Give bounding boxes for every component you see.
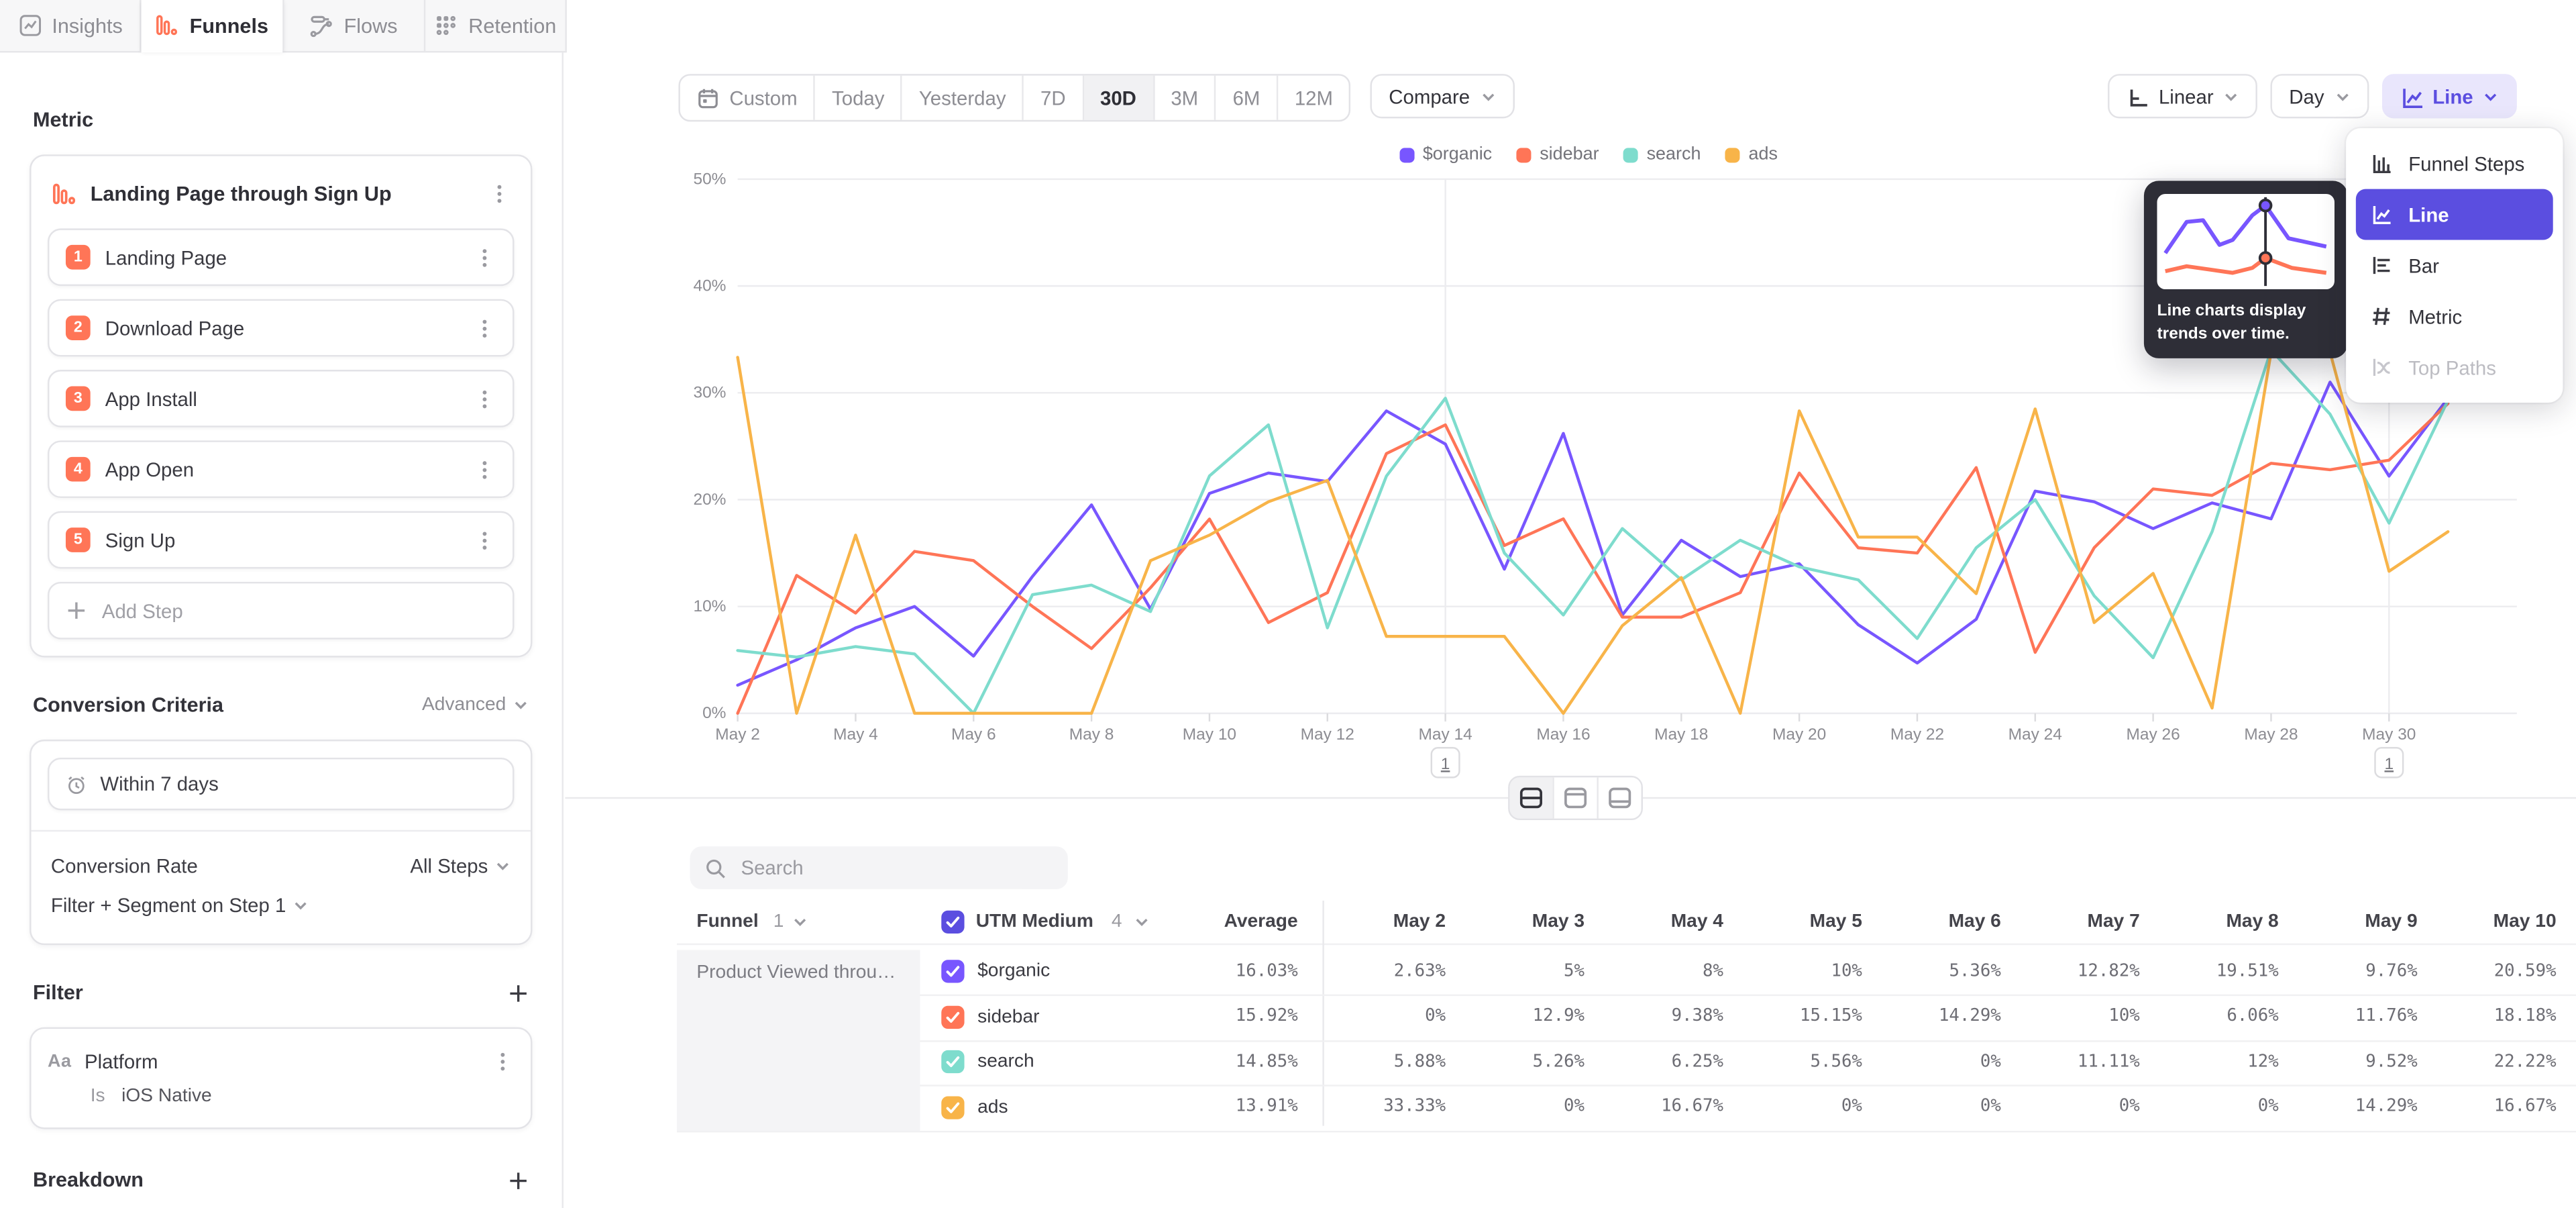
cell-value: 6.06% (2155, 995, 2279, 1040)
tooltip-mini-chart (2157, 194, 2334, 289)
cell-value: 8% (1600, 949, 1723, 994)
funnel-count: 1 (773, 901, 784, 944)
cell-value: 11.76% (2294, 995, 2418, 1040)
cell-value: 16.67% (1600, 1085, 1723, 1129)
table-row-sidebar[interactable]: sidebar (941, 995, 1204, 1040)
cell-value: 9.52% (2294, 1040, 2418, 1085)
table-row-ads[interactable]: ads (941, 1085, 1204, 1129)
cell-value: 5.26% (1461, 1040, 1585, 1085)
series-name: sidebar (977, 1007, 1039, 1027)
menu-item-label: Bar (2408, 254, 2439, 276)
cell-value: 5.88% (1322, 1040, 1446, 1085)
cell-value: 6.25% (1600, 1040, 1723, 1085)
tooltip-text: Line charts display trends over time. (2157, 301, 2334, 345)
date-column-header[interactable]: May 3 (1461, 901, 1585, 944)
cell-value: 33.33% (1322, 1085, 1446, 1129)
chevron-down-icon (792, 914, 808, 930)
cell-value: 18.18% (2433, 995, 2557, 1040)
funnel-label: Funnel (696, 901, 758, 944)
series-checkbox[interactable] (941, 1005, 964, 1028)
breakdown-count: 4 (1112, 901, 1122, 944)
cell-value: 0% (1461, 1085, 1585, 1129)
row-divider (920, 1085, 2576, 1086)
row-divider (920, 995, 2576, 996)
select-all-checkbox[interactable] (941, 911, 964, 934)
cell-value: 14.29% (2294, 1085, 2418, 1129)
menu-item-line[interactable]: Line (2356, 189, 2553, 240)
menu-item-label: Funnel Steps (2408, 152, 2524, 175)
cell-value: 5.56% (1739, 1040, 1862, 1085)
chart-type-menu: Funnel Steps Line Bar Metric Top Paths (2346, 128, 2563, 403)
date-column-header[interactable]: May 5 (1739, 901, 1862, 944)
series-checkbox[interactable] (941, 1051, 964, 1074)
date-column-header[interactable]: May 2 (1322, 901, 1446, 944)
cell-value: 9.38% (1600, 995, 1723, 1040)
chart-type-tooltip: Line charts display trends over time. (2144, 181, 2348, 358)
cell-value: 5% (1461, 949, 1585, 994)
table-bottom-divider (677, 1130, 2576, 1131)
date-column-header[interactable]: May 10 (2433, 901, 2557, 944)
average-value: 15.92% (1167, 995, 1298, 1040)
cell-value: 0% (1322, 995, 1446, 1040)
menu-item-label: Top Paths (2408, 356, 2496, 379)
funnel-column-header[interactable]: Funnel 1 (696, 901, 910, 944)
cell-value: 12% (2155, 1040, 2279, 1085)
menu-item-bar[interactable]: Bar (2356, 240, 2553, 291)
app-root: InsightsFunnelsFlowsRetention Metric Lan… (0, 0, 2576, 1208)
menu-line-icon (2369, 202, 2394, 227)
cell-value: 5.36% (1878, 949, 2001, 994)
cell-value: 12.9% (1461, 995, 1585, 1040)
cell-value: 14.29% (1878, 995, 2001, 1040)
date-column-header[interactable]: May 7 (2017, 901, 2140, 944)
menu-paths-icon (2369, 355, 2394, 380)
cell-value: 12.82% (2017, 949, 2140, 994)
header-divider (677, 944, 2576, 945)
cell-value: 20.59% (2433, 949, 2557, 994)
date-column-header[interactable]: May 6 (1878, 901, 2001, 944)
cell-value: 10% (2017, 995, 2140, 1040)
cell-value: 9.76% (2294, 949, 2418, 994)
cell-value: 16.67% (2433, 1085, 2557, 1129)
row-divider (920, 1040, 2576, 1041)
cell-value: 0% (1878, 1085, 2001, 1129)
series-name: ads (977, 1097, 1008, 1117)
average-value: 13.91% (1167, 1085, 1298, 1129)
breakdown-column-label: UTM Medium (976, 901, 1093, 944)
cell-value: 0% (2155, 1085, 2279, 1129)
series-name: $organic (977, 962, 1050, 981)
average-value: 16.03% (1167, 949, 1298, 994)
chevron-down-icon (1134, 914, 1150, 930)
table-row-organic[interactable]: $organic (941, 949, 1204, 994)
menu-item-top-paths: Top Paths (2356, 342, 2553, 393)
average-column-header[interactable]: Average (1167, 901, 1298, 944)
cell-value: 15.15% (1739, 995, 1862, 1040)
cell-value: 10% (1739, 949, 1862, 994)
menu-bar-icon (2369, 253, 2394, 278)
average-value: 14.85% (1167, 1040, 1298, 1085)
date-column-header[interactable]: May 8 (2155, 901, 2279, 944)
menu-funnel-icon (2369, 151, 2394, 176)
menu-item-label: Metric (2408, 305, 2462, 328)
menu-item-funnel-steps[interactable]: Funnel Steps (2356, 138, 2553, 189)
cell-value: 0% (2017, 1085, 2140, 1129)
menu-item-label: Line (2408, 203, 2449, 225)
series-checkbox[interactable] (941, 960, 964, 983)
cell-value: 11.11% (2017, 1040, 2140, 1085)
series-checkbox[interactable] (941, 1096, 964, 1119)
series-name: search (977, 1052, 1034, 1072)
date-column-header[interactable]: May 4 (1600, 901, 1723, 944)
menu-hash-icon (2369, 304, 2394, 329)
date-column-header[interactable]: May 9 (2294, 901, 2418, 944)
cell-value: 19.51% (2155, 949, 2279, 994)
table-row-search[interactable]: search (941, 1040, 1204, 1085)
cell-value: 2.63% (1322, 949, 1446, 994)
menu-item-metric[interactable]: Metric (2356, 291, 2553, 342)
cell-value: 0% (1878, 1040, 2001, 1085)
row-group-cell[interactable]: Product Viewed through P... (677, 949, 920, 1129)
cell-value: 0% (1739, 1085, 1862, 1129)
cell-value: 22.22% (2433, 1040, 2557, 1085)
